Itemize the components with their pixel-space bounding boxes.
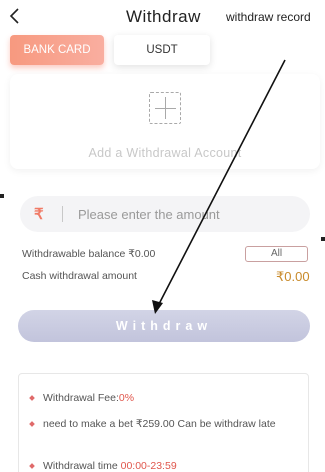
rupee-icon: ₹	[34, 206, 44, 223]
note-bet-requirement: need to make a bet ₹259.00 Can be withdr…	[29, 416, 301, 432]
divider	[62, 206, 63, 222]
add-account-label: Add a Withdrawal Account	[88, 146, 242, 160]
withdrawable-balance-label: Withdrawable balance ₹0.00	[22, 248, 156, 260]
cash-withdrawal-label: Cash withdrawal amount	[22, 270, 137, 282]
note-fee: Withdrawal Fee:0%	[29, 390, 301, 406]
amount-input[interactable]	[78, 202, 298, 226]
corner-mark	[321, 237, 325, 241]
withdraw-record-link[interactable]: withdraw record	[226, 10, 311, 24]
withdraw-button[interactable]: Withdraw	[18, 310, 310, 342]
withdraw-page: Withdraw withdraw record BANK CARD USDT …	[0, 0, 325, 472]
page-title: Withdraw	[126, 7, 201, 26]
plus-icon[interactable]	[149, 92, 181, 124]
withdrawal-notes: Withdrawal Fee:0% need to make a bet ₹25…	[18, 373, 309, 472]
header: Withdraw withdraw record	[0, 0, 325, 34]
corner-mark	[0, 194, 4, 198]
cash-withdrawal-value: ₹0.00	[276, 269, 310, 284]
tab-usdt[interactable]: USDT	[114, 35, 210, 65]
chevron-left-icon[interactable]	[8, 6, 26, 26]
add-withdrawal-account-card[interactable]: Add a Withdrawal Account	[10, 74, 320, 169]
fee-value: 0%	[118, 392, 135, 404]
amount-field[interactable]: ₹	[20, 196, 310, 232]
time-value: 00:00-23:59	[120, 460, 177, 472]
all-button[interactable]: All	[245, 246, 308, 262]
note-withdrawal-time: Withdrawal time 00:00-23:59	[29, 458, 301, 472]
tab-bank-card[interactable]: BANK CARD	[10, 35, 104, 65]
